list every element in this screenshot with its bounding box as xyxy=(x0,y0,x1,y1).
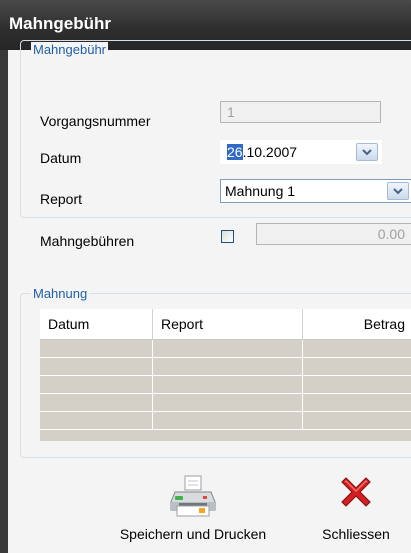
table-cell xyxy=(40,376,153,393)
vorgangsnummer-field[interactable]: 1 xyxy=(220,101,381,123)
table-row[interactable] xyxy=(40,340,411,358)
report-select[interactable]: Mahnung 1 xyxy=(220,179,411,203)
window-title: Mahngebühr xyxy=(9,14,111,33)
mahngebuehren-label: Mahngebühren xyxy=(40,233,135,249)
chevron-down-icon xyxy=(362,148,372,155)
close-label: Schliessen xyxy=(322,526,390,542)
datum-label: Datum xyxy=(40,150,82,166)
table-cell xyxy=(303,412,411,429)
mahngebuehren-amount-field[interactable]: 0.00 xyxy=(256,223,411,245)
column-header-report[interactable]: Report xyxy=(153,309,303,339)
mahngebuehren-checkbox[interactable] xyxy=(221,230,234,243)
printer-icon xyxy=(170,475,216,517)
table-cell xyxy=(303,358,411,375)
table-row[interactable] xyxy=(40,376,411,394)
datum-selected-part: 26 xyxy=(227,144,243,160)
table-cell xyxy=(40,340,153,357)
table-cell xyxy=(153,358,303,375)
datum-dropdown-button[interactable] xyxy=(356,143,378,161)
vorgangsnummer-label: Vorgangsnummer xyxy=(40,113,151,129)
table-cell xyxy=(40,394,153,411)
column-header-datum[interactable]: Datum xyxy=(40,309,153,339)
report-select-value: Mahnung 1 xyxy=(225,183,296,199)
report-label: Report xyxy=(40,191,83,207)
column-header-betrag[interactable]: Betrag xyxy=(303,309,411,339)
table-cell xyxy=(40,358,153,375)
table-cell xyxy=(153,376,303,393)
table-row[interactable] xyxy=(40,412,411,430)
table-row[interactable] xyxy=(40,394,411,412)
save-and-print-button[interactable]: Speichern und Drucken xyxy=(104,470,282,544)
datum-picker[interactable]: 26.10.2007 xyxy=(220,140,382,164)
table-cell xyxy=(153,340,303,357)
save-and-print-label: Speichern und Drucken xyxy=(119,526,267,542)
chevron-down-icon xyxy=(393,187,403,194)
datum-rest: .10.2007 xyxy=(242,144,298,160)
table-cell xyxy=(303,340,411,357)
reminder-group-legend: Mahnung xyxy=(31,286,90,301)
table-cell xyxy=(40,412,153,429)
report-dropdown-button[interactable] xyxy=(387,182,409,200)
fee-group-legend: Mahngebühr xyxy=(31,42,108,57)
table-row[interactable] xyxy=(40,358,411,376)
table-cell xyxy=(303,376,411,393)
table-cell xyxy=(153,412,303,429)
close-button[interactable]: Schliessen xyxy=(306,470,406,544)
table-header: Datum Report Betrag xyxy=(40,309,411,340)
reminder-table[interactable]: Datum Report Betrag xyxy=(40,309,411,441)
close-icon xyxy=(341,477,371,507)
table-cell xyxy=(303,394,411,411)
table-cell xyxy=(153,394,303,411)
